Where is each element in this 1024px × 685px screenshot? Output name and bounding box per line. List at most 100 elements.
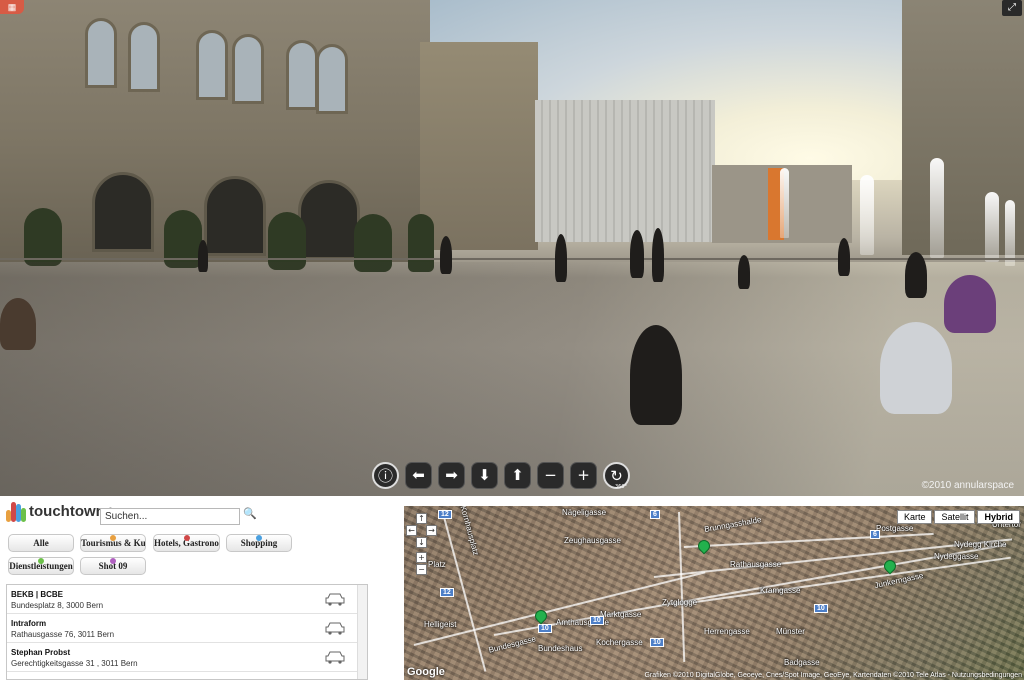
map-type-switcher: Karte Satellit Hybrid <box>896 510 1020 524</box>
child <box>738 255 750 289</box>
street-label: Zeughausgasse <box>564 536 621 545</box>
result-name: Stephan Probst <box>11 648 71 657</box>
pan-down-icon[interactable]: ↓ <box>416 537 427 548</box>
rotate-360-button[interactable]: ↻ 360° <box>603 462 630 490</box>
category-all-button[interactable]: Alle <box>8 534 74 552</box>
map-type-hybrid[interactable]: Hybrid <box>977 510 1020 524</box>
street-label: Bundeshaus <box>538 644 583 653</box>
hand-logo-icon <box>6 500 26 522</box>
map-type-satellit[interactable]: Satellit <box>934 510 976 524</box>
category-hotels-button[interactable]: Hotels, Gastronomie <box>153 534 220 552</box>
fountain-jet <box>1005 200 1015 266</box>
street-label: Kochergasse <box>596 638 643 647</box>
street-label: Nägeligasse <box>562 508 607 517</box>
pedestrian <box>555 234 567 282</box>
expand-icon[interactable]: ⤢ <box>1002 0 1022 16</box>
panorama-controls: ⓘ ⬅ ➡ ⬇ ⬆ − + ↻ 360° <box>372 462 630 492</box>
street-label: Kramgasse <box>760 586 801 595</box>
rotate-label: 360° <box>614 484 627 490</box>
result-name: Intraform <box>11 619 47 628</box>
category-dot-icon <box>110 558 116 564</box>
palace-window <box>128 22 160 92</box>
street-label: Nydegg Kirche <box>954 540 1007 549</box>
category-services-button[interactable]: Dienstleistungen <box>8 557 74 575</box>
app-badge-icon[interactable]: ▦ <box>0 0 24 14</box>
street-label: Herrengasse <box>704 627 750 636</box>
zoom-out-button[interactable]: − <box>537 462 564 489</box>
results-list[interactable]: BEKB | BCBE Bundesplatz 8, 3000 Bern Int… <box>6 584 368 680</box>
category-tourism-button[interactable]: Tourismus & Kultur <box>80 534 146 552</box>
car-icon[interactable] <box>325 593 345 606</box>
street-label: Marktgasse <box>600 610 642 619</box>
tilt-down-button[interactable]: ⬇ <box>471 462 498 489</box>
google-logo[interactable]: Google <box>407 666 445 678</box>
route-badge: 12 <box>440 588 454 597</box>
zoom-in-button[interactable]: + <box>570 462 597 489</box>
category-dot-icon <box>256 535 262 541</box>
tilt-up-button[interactable]: ⬆ <box>504 462 531 489</box>
pedestrian <box>652 228 664 282</box>
map-credit[interactable]: Grafiken ©2010 DigitalGlobe, Geoeye, Cne… <box>644 672 1022 679</box>
street-label: Zytglogge <box>662 598 698 607</box>
plaza-shading <box>0 262 1024 496</box>
category-dot-icon <box>110 535 116 541</box>
category-shopping-button[interactable]: Shopping <box>226 534 292 552</box>
pan-left-button[interactable]: ⬅ <box>405 462 432 489</box>
seated-person <box>880 322 952 414</box>
street-label: Helligeist <box>424 620 457 629</box>
palace-window <box>286 40 318 110</box>
directory-panel: touchtown® 🔍 Alle Tourismus & Kultur Hot… <box>0 496 400 685</box>
result-address: Bundesplatz 8, 3000 Bern <box>11 601 104 610</box>
list-item[interactable]: Stephan Probst Gerechtigkeitsgasse 31 , … <box>7 643 357 672</box>
route-badge: 10 <box>814 604 828 613</box>
category-dot-icon <box>38 558 44 564</box>
route-badge: 12 <box>438 510 452 519</box>
palace-window <box>85 18 117 88</box>
car-icon[interactable] <box>325 651 345 664</box>
fountain-jet <box>860 175 874 255</box>
touchtown-logo[interactable]: touchtown® <box>6 500 113 522</box>
scaffolded-building <box>535 100 715 242</box>
car-icon[interactable] <box>325 622 345 635</box>
satellite-map[interactable]: Nägeligasse Brunngasshalde Zeughausgasse… <box>404 506 1024 680</box>
info-button[interactable]: ⓘ <box>372 462 399 489</box>
list-item[interactable]: Intraform Rathausgasse 76, 3011 Bern <box>7 614 357 643</box>
square-edge <box>0 258 1024 260</box>
zoom-in-icon[interactable]: + <box>416 552 427 563</box>
pan-right-icon[interactable]: → <box>426 525 437 536</box>
app-root: ▦ ⤢ ⓘ ⬅ ➡ ⬇ ⬆ − + ↻ 360° ©2010 annularsp… <box>0 0 1024 685</box>
route-badge: 10 <box>590 616 604 625</box>
crouching-person <box>944 275 996 333</box>
pan-up-icon[interactable]: ↑ <box>416 513 427 524</box>
street-label: Postgasse <box>876 524 914 533</box>
pan-right-button[interactable]: ➡ <box>438 462 465 489</box>
palace-window <box>196 30 228 100</box>
category-dot-icon <box>183 535 190 541</box>
palace-arch <box>92 172 154 252</box>
logo-text: touchtown <box>29 502 105 520</box>
category-shot09-button[interactable]: Shot 09 <box>80 557 146 575</box>
street-label: Badgasse <box>784 658 820 667</box>
street-label: Platz <box>428 560 446 569</box>
result-address: Gerechtigkeitsgasse 31 , 3011 Bern <box>11 659 138 668</box>
results-scrollbar[interactable] <box>357 585 367 679</box>
route-badge: 10 <box>538 624 552 633</box>
pan-left-icon[interactable]: ← <box>406 525 417 536</box>
seated-person <box>0 298 36 350</box>
pedestrian <box>198 240 208 272</box>
zoom-out-icon[interactable]: − <box>416 564 427 575</box>
map-type-karte[interactable]: Karte <box>896 510 933 524</box>
street-label: Rathausgasse <box>730 560 782 569</box>
search-icon[interactable]: 🔍 <box>243 507 257 520</box>
street-panorama[interactable]: ▦ ⤢ ⓘ ⬅ ➡ ⬇ ⬆ − + ↻ 360° ©2010 annularsp… <box>0 0 1024 496</box>
list-item[interactable]: BEKB | BCBE Bundesplatz 8, 3000 Bern <box>7 585 357 614</box>
fountain-jet <box>985 192 999 262</box>
street-label: Nydeggasse <box>934 552 979 561</box>
seated-person <box>630 325 682 425</box>
palace-window <box>316 44 348 114</box>
street-label: Münster <box>776 627 805 636</box>
fountain-jet <box>780 168 789 238</box>
result-address: Rathausgasse 76, 3011 Bern <box>11 630 115 639</box>
fountain-jet <box>930 158 944 258</box>
search-input[interactable] <box>100 508 240 525</box>
